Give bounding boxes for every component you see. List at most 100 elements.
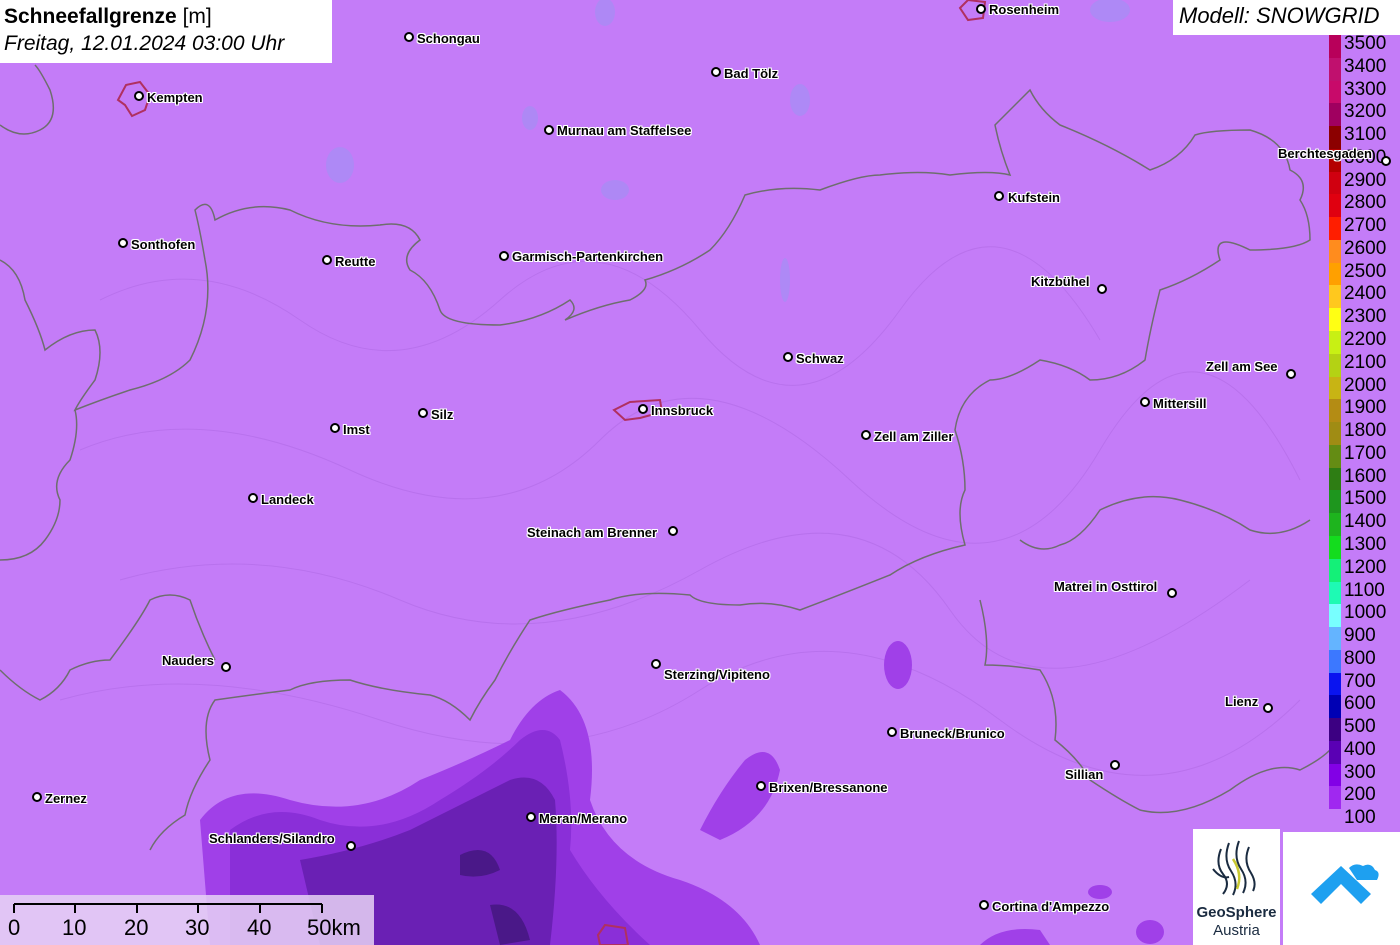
legend-row: 300	[1328, 752, 1400, 787]
map-datetime: Freitag, 12.01.2024 03:00 Uhr	[4, 32, 285, 55]
city-marker-icon[interactable]	[499, 251, 509, 261]
legend-row: 3300	[1328, 69, 1400, 104]
city-marker-icon[interactable]	[861, 430, 871, 440]
city-label[interactable]: Reutte	[335, 254, 375, 269]
legend-row: 2400	[1328, 273, 1400, 309]
city-marker-icon[interactable]	[134, 91, 144, 101]
city-marker-icon[interactable]	[756, 781, 766, 791]
geosphere-logo[interactable]: GeoSphere Austria	[1193, 829, 1280, 945]
city-label[interactable]: Rosenheim	[989, 2, 1059, 17]
scale-label: 10	[62, 915, 87, 940]
city-marker-icon[interactable]	[404, 32, 414, 42]
city-label[interactable]: Steinach am Brenner	[527, 525, 657, 540]
legend-row: 3500	[1328, 23, 1400, 58]
city-label[interactable]: Sillian	[1065, 767, 1103, 782]
city-label[interactable]: Kitzbühel	[1031, 274, 1090, 289]
city-label[interactable]: Zernez	[45, 791, 87, 806]
scale-label: 30	[185, 915, 210, 940]
city-marker-icon[interactable]	[544, 125, 554, 135]
city-label[interactable]: Murnau am Staffelsee	[557, 123, 691, 138]
legend-row: 1500	[1328, 478, 1400, 514]
city-marker-icon[interactable]	[1167, 588, 1177, 598]
city-label[interactable]: Bruneck/Brunico	[900, 726, 1005, 741]
city-marker-icon[interactable]	[221, 662, 231, 672]
city-label[interactable]: Mittersill	[1153, 396, 1206, 411]
city-marker-icon[interactable]	[346, 841, 356, 851]
city-label[interactable]: Schlanders/Silandro	[209, 831, 335, 846]
city-marker-icon[interactable]	[1263, 703, 1273, 713]
city-marker-icon[interactable]	[887, 727, 897, 737]
city-marker-icon[interactable]	[638, 404, 648, 414]
city-marker-icon[interactable]	[322, 255, 332, 265]
city-label[interactable]: Bad Tölz	[724, 66, 778, 81]
city-marker-icon[interactable]	[118, 238, 128, 248]
city-marker-icon[interactable]	[248, 493, 258, 503]
geosphere-subname: Austria	[1213, 922, 1260, 939]
city-label[interactable]: Sonthofen	[131, 237, 195, 252]
city-label[interactable]: Berchtesgaden	[1278, 146, 1372, 161]
city-label[interactable]: Garmisch-Partenkirchen	[512, 249, 663, 264]
city-marker-icon[interactable]	[783, 352, 793, 362]
city-label[interactable]: Nauders	[162, 653, 214, 668]
legend-row: 1200	[1328, 547, 1400, 582]
map-title-unit: [m]	[182, 5, 212, 28]
city-marker-icon[interactable]	[994, 191, 1004, 201]
geosphere-name: GeoSphere	[1196, 904, 1277, 921]
city-label[interactable]: Lienz	[1225, 694, 1258, 709]
city-label[interactable]: Sterzing/Vipiteno	[664, 667, 770, 682]
legend-row: 1900	[1328, 387, 1400, 423]
city-label[interactable]: Cortina d'Ampezzo	[992, 899, 1109, 914]
city-label[interactable]: Schongau	[417, 31, 480, 46]
city-marker-icon[interactable]	[418, 408, 428, 418]
city-label[interactable]: Matrei in Osttirol	[1054, 579, 1157, 594]
city-marker-icon[interactable]	[1097, 284, 1107, 294]
legend-row: 1000	[1328, 592, 1400, 628]
legend-row: 2300	[1328, 296, 1400, 332]
city-label[interactable]: Brixen/Bressanone	[769, 780, 888, 795]
legend-row: 3400	[1328, 46, 1400, 81]
legend-row: 1700	[1328, 433, 1400, 468]
map-title-main: Schneefallgrenze	[4, 5, 177, 28]
city-marker-icon[interactable]	[1381, 156, 1391, 166]
city-marker-icon[interactable]	[651, 659, 661, 669]
map-title-box: Schneefallgrenze [m] Freitag, 12.01.2024…	[0, 0, 332, 63]
city-label[interactable]: Landeck	[261, 492, 314, 507]
scale-label: 20	[124, 915, 149, 940]
city-label[interactable]: Kufstein	[1008, 190, 1060, 205]
city-label[interactable]: Kempten	[147, 90, 203, 105]
legend-row: 2800	[1328, 182, 1400, 218]
map-canvas[interactable]	[0, 0, 1400, 945]
city-label[interactable]: Zell am Ziller	[874, 429, 953, 444]
legend-row: 200	[1328, 774, 1400, 810]
city-marker-icon[interactable]	[711, 67, 721, 77]
city-marker-icon[interactable]	[979, 900, 989, 910]
city-label[interactable]: Meran/Merano	[539, 811, 627, 826]
legend-row: 400	[1328, 729, 1400, 764]
city-label[interactable]: Innsbruck	[651, 403, 713, 418]
scale-label: 0	[8, 915, 21, 940]
city-marker-icon[interactable]	[526, 812, 536, 822]
legend-row: 100	[1328, 797, 1400, 832]
snowgrid-mark-icon	[1311, 864, 1379, 904]
city-marker-icon[interactable]	[1140, 397, 1150, 407]
legend-row: 600	[1328, 683, 1400, 719]
city-label[interactable]: Zell am See	[1206, 359, 1278, 374]
city-label[interactable]: Imst	[343, 422, 370, 437]
legend-row: 500	[1328, 706, 1400, 741]
city-label[interactable]: Schwaz	[796, 351, 844, 366]
snowgrid-logo[interactable]	[1283, 832, 1400, 945]
city-marker-icon[interactable]	[668, 526, 678, 536]
city-marker-icon[interactable]	[330, 423, 340, 433]
city-marker-icon[interactable]	[1286, 369, 1296, 379]
legend-row: 1100	[1328, 570, 1400, 605]
geosphere-mark-icon	[1212, 840, 1256, 896]
city-marker-icon[interactable]	[32, 792, 42, 802]
city-marker-icon[interactable]	[976, 4, 986, 14]
map-title: Schneefallgrenze [m]	[4, 4, 328, 30]
legend-row: 2600	[1328, 228, 1400, 263]
city-marker-icon[interactable]	[1110, 760, 1120, 770]
legend-row: 1400	[1328, 501, 1400, 536]
legend-row: 1800	[1328, 410, 1400, 445]
scale-label: 40	[247, 915, 272, 940]
city-label[interactable]: Silz	[431, 407, 453, 422]
